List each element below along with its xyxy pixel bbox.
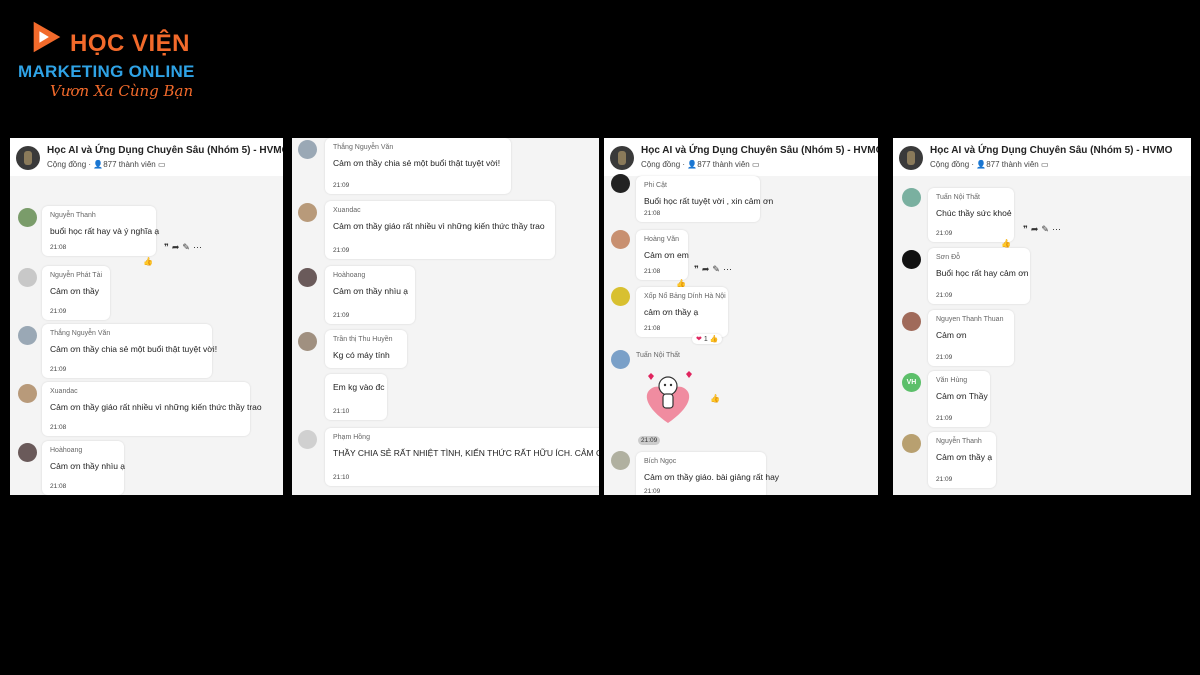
group-title[interactable]: Học AI và Ứng Dụng Chuyên Sâu (Nhóm 5) -… xyxy=(930,145,1172,156)
message-bubble[interactable]: Xuandac Cảm ơn thầy giáo rất nhiều vì nh… xyxy=(325,201,555,259)
tag-icon: ▭ xyxy=(157,160,166,169)
group-avatar[interactable] xyxy=(899,146,923,170)
avatar[interactable] xyxy=(902,250,921,269)
message-toolbar: ❞➦✎⋯ xyxy=(1023,224,1064,235)
more-icon[interactable]: ⋯ xyxy=(1052,224,1064,234)
chat-screenshot-1: Học AI và Ứng Dụng Chuyên Sâu (Nhóm 5) -… xyxy=(10,138,283,495)
like-icon[interactable]: 👍 xyxy=(1001,239,1011,248)
group-header: Học AI và Ứng Dụng Chuyên Sâu (Nhóm 5) -… xyxy=(893,138,1191,176)
group-subtitle: Cộng đồng · 👤877 thành viên ▭ xyxy=(930,160,1049,169)
like-icon[interactable]: 👍 xyxy=(710,394,720,403)
avatar[interactable] xyxy=(298,332,317,351)
group-header: Học AI và Ứng Dụng Chuyên Sâu (Nhóm 5) -… xyxy=(10,138,283,176)
avatar[interactable] xyxy=(611,287,630,306)
like-icon: 👍 xyxy=(709,336,719,343)
message-toolbar: ❞➦✎⋯ xyxy=(694,264,735,275)
message-bubble[interactable]: Phi Cật Buổi học rất tuyệt vời , xin cảm… xyxy=(636,176,773,222)
avatar[interactable] xyxy=(18,443,37,462)
message-bubble[interactable]: Nguyễn Thanh buổi học rất hay và ý nghĩa… xyxy=(42,206,159,256)
members-icon: 👤 xyxy=(93,160,104,169)
avatar[interactable] xyxy=(298,140,317,159)
avatar[interactable] xyxy=(298,268,317,287)
sender-name: Tuấn Nội Thất xyxy=(636,352,680,359)
quote-icon[interactable]: ❞ xyxy=(694,264,702,274)
group-header: Học AI và Ứng Dụng Chuyên Sâu (Nhóm 5) -… xyxy=(604,138,878,176)
quote-icon[interactable]: ❞ xyxy=(1023,224,1031,234)
message-bubble[interactable]: Văn Hùng Cảm ơn Thầy 21:09 xyxy=(928,371,990,427)
message-toolbar: ❞➦✎⋯ xyxy=(164,242,205,253)
avatar[interactable] xyxy=(18,208,37,227)
heart-sticker-icon[interactable] xyxy=(638,368,698,426)
avatar[interactable] xyxy=(18,268,37,287)
more-icon[interactable]: ⋯ xyxy=(193,242,205,252)
avatar[interactable] xyxy=(902,188,921,207)
avatar[interactable] xyxy=(611,350,630,369)
group-title[interactable]: Học AI và Ứng Dụng Chuyên Sâu (Nhóm 5) -… xyxy=(47,145,283,156)
avatar[interactable] xyxy=(611,230,630,249)
avatar[interactable] xyxy=(18,384,37,403)
logo-slogan: Vươn Xa Cùng Bạn xyxy=(50,82,194,100)
message-time: 21:09 xyxy=(638,436,661,445)
like-icon[interactable]: 👍 xyxy=(143,257,153,266)
avatar[interactable] xyxy=(611,451,630,470)
message-bubble[interactable]: Thắng Nguyễn Văn Cảm ơn thầy chia sẻ một… xyxy=(325,138,511,194)
edit-icon[interactable]: ✎ xyxy=(182,242,193,252)
message-bubble[interactable]: Xuandac Cảm ơn thầy giáo rất nhiều vì nh… xyxy=(42,382,262,436)
message-bubble[interactable]: Nguyễn Thanh Cảm ơn thầy ạ 21:09 xyxy=(928,432,996,488)
group-subtitle: Cộng đồng · 👤877 thành viên ▭ xyxy=(47,160,166,169)
avatar[interactable] xyxy=(298,430,317,449)
edit-icon[interactable]: ✎ xyxy=(712,264,723,274)
tag-icon: ▭ xyxy=(1040,160,1049,169)
logo-line-2: MARKETING ONLINE xyxy=(18,62,195,81)
message-bubble[interactable]: Bích Ngọc Cảm ơn thầy giáo. bài giảng rấ… xyxy=(636,452,779,495)
more-icon[interactable]: ⋯ xyxy=(723,264,735,274)
tag-icon: ▭ xyxy=(751,160,760,169)
brand-logo: HỌC VIỆN MARKETING ONLINE Vươn Xa Cùng B… xyxy=(18,14,238,104)
chat-screenshot-3: Học AI và Ứng Dụng Chuyên Sâu (Nhóm 5) -… xyxy=(604,138,878,495)
share-icon[interactable]: ➦ xyxy=(172,242,183,252)
avatar[interactable] xyxy=(902,434,921,453)
avatar[interactable] xyxy=(298,203,317,222)
group-avatar[interactable] xyxy=(610,146,634,170)
share-icon[interactable]: ➦ xyxy=(1031,224,1042,234)
message-bubble[interactable]: Tuấn Nội Thất Chúc thầy sức khoẻ 21:09 xyxy=(928,188,1014,242)
message-bubble[interactable]: Xốp Nổ Bảng Dính Hà Nội cảm ơn thầy ạ 21… xyxy=(636,287,728,337)
chat-screenshot-4: Học AI và Ứng Dụng Chuyên Sâu (Nhóm 5) -… xyxy=(893,138,1191,495)
message-bubble[interactable]: Hoàng Văn Cảm ơn em 21:08 xyxy=(636,230,689,280)
group-subtitle: Cộng đồng · 👤877 thành viên ▭ xyxy=(641,160,760,169)
edit-icon[interactable]: ✎ xyxy=(1041,224,1052,234)
message-bubble[interactable]: Trần thị Thu Huyền Kg có máy tính xyxy=(325,330,407,368)
message-bubble[interactable]: Hoàhoang Cảm ơn thầy nhìu ạ 21:08 xyxy=(42,441,125,495)
play-logo-icon xyxy=(33,21,61,53)
logo-line-1: HỌC VIỆN xyxy=(70,30,191,57)
message-bubble[interactable]: Thắng Nguyễn Văn Cảm ơn thầy chia sẻ một… xyxy=(42,324,217,378)
members-icon: 👤 xyxy=(687,160,698,169)
message-bubble[interactable]: Em kg vào đc 21:10 xyxy=(325,374,387,420)
members-icon: 👤 xyxy=(976,160,987,169)
avatar-initials[interactable]: VH xyxy=(902,373,921,392)
avatar[interactable] xyxy=(611,174,630,193)
message-bubble[interactable]: Phạm Hồng THẦY CHIA SẺ RẤT NHIỆT TÌNH, K… xyxy=(325,428,599,486)
message-bubble[interactable]: Nguyễn Phát Tài Cảm ơn thầy 21:09 xyxy=(42,266,110,320)
avatar[interactable] xyxy=(902,312,921,331)
reaction-badge[interactable]: ❤ 1 👍 xyxy=(692,334,723,344)
group-avatar[interactable] xyxy=(16,146,40,170)
quote-icon[interactable]: ❞ xyxy=(164,242,172,252)
group-title[interactable]: Học AI và Ứng Dụng Chuyên Sâu (Nhóm 5) -… xyxy=(641,145,878,156)
message-bubble[interactable]: Hoàhoang Cảm ơn thầy nhìu ạ 21:09 xyxy=(325,266,415,324)
message-bubble[interactable]: Nguyen Thanh Thuan Cảm ơn 21:09 xyxy=(928,310,1014,366)
share-icon[interactable]: ➦ xyxy=(702,264,713,274)
chat-screenshot-2: Thắng Nguyễn Văn Cảm ơn thầy chia sẻ một… xyxy=(292,138,599,495)
avatar[interactable] xyxy=(18,326,37,345)
message-bubble[interactable]: Sơn Đỗ Buổi học rất hay cảm ơn 21:09 xyxy=(928,248,1030,304)
